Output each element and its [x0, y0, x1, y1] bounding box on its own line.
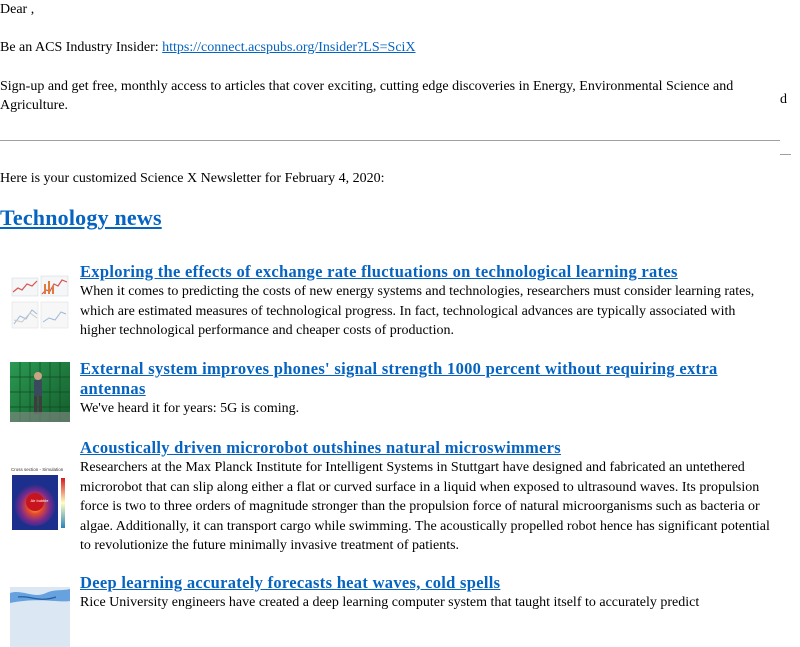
microrobot-simulation-thumbnail-icon[interactable]: Cross section - Simulation Air bubble	[10, 442, 70, 534]
article-title-link[interactable]: Acoustically driven microrobot outshines…	[80, 438, 770, 458]
section-title-technology[interactable]: Technology news	[0, 205, 162, 231]
article-summary: Rice University engineers have created a…	[80, 595, 700, 610]
article-summary: When it comes to predicting the costs of…	[80, 284, 755, 338]
divider	[0, 140, 780, 141]
article-summary: Researchers at the Max Planck Institute …	[80, 460, 770, 553]
chart-thumbnail-icon[interactable]	[10, 272, 70, 332]
article-title-link[interactable]: Exploring the effects of exchange rate f…	[80, 262, 770, 282]
ad-line: Be an ACS Industry Insider: https://conn…	[0, 40, 416, 56]
person-lab-thumbnail-icon[interactable]	[10, 362, 70, 422]
weather-map-thumbnail-icon[interactable]	[10, 587, 70, 647]
thumb-label: Air bubble	[31, 498, 50, 503]
article-title-link[interactable]: Deep learning accurately forecasts heat …	[80, 573, 770, 593]
ad-lead: Be an ACS Industry Insider:	[0, 40, 163, 55]
side-divider	[780, 154, 791, 155]
ad-link[interactable]: https://connect.acspubs.org/Insider?LS=S…	[162, 40, 415, 55]
side-fragment: d	[780, 92, 787, 107]
newsletter-intro: Here is your customized Science X Newsle…	[0, 171, 385, 186]
article-summary: We've heard it for years: 5G is coming.	[80, 401, 300, 416]
article-title-link[interactable]: External system improves phones' signal …	[80, 359, 770, 399]
ad-body: Sign-up and get free, monthly access to …	[0, 79, 734, 113]
thumb-caption: Cross section - Simulation	[11, 467, 64, 472]
greeting: Dear ,	[0, 2, 35, 17]
